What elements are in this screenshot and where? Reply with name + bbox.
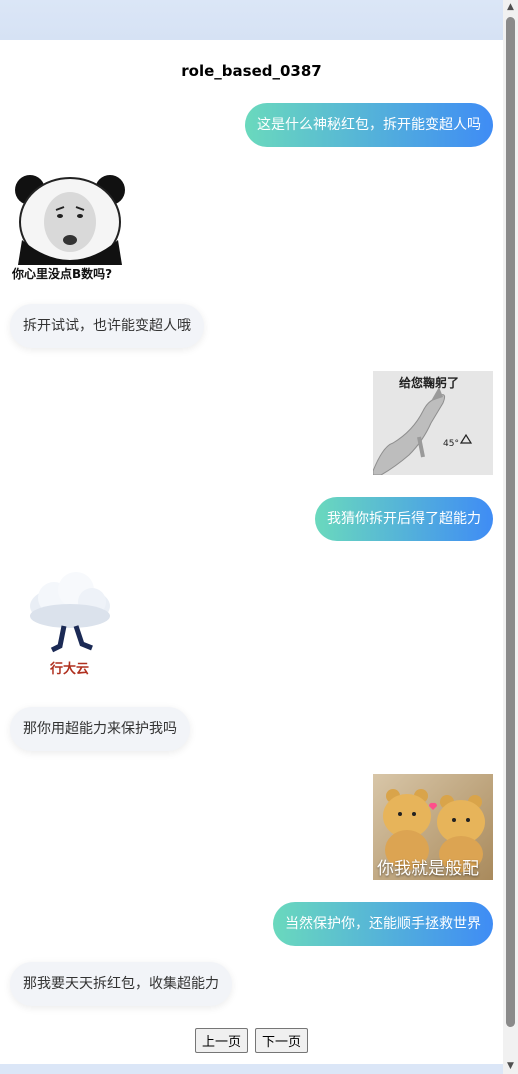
dog-bowing-sticker: 给您鞠躬了 45° [373,371,493,475]
scroll-up-arrow-icon[interactable]: ▲ [503,0,518,15]
bottom-bar [0,1064,503,1074]
scrollbar-thumb[interactable] [506,17,515,1027]
scroll-down-arrow-icon[interactable]: ▼ [503,1059,518,1074]
message-bubble-received: 拆开试试，也许能变超人哦 [10,304,204,348]
message-bubble-sent: 当然保护你，还能顺手拯救世界 [273,902,493,946]
sticker-angle-label: 45° [443,439,459,449]
panda-face-sticker: 你心里没点B数吗? [12,170,132,285]
message-bubble-sent: 我猜你拆开后得了超能力 [315,497,493,541]
message-bubble-received: 那我要天天拆红包，收集超能力 [10,962,232,1006]
top-bar [0,0,503,40]
next-page-button[interactable]: 下一页 [255,1028,309,1053]
sticker-caption: 你我就是般配 [377,859,479,879]
message-bubble-received: 那你用超能力来保护我吗 [10,707,190,751]
pagination: 上一页 下一页 [0,1028,503,1053]
sticker-caption: 你心里没点B数吗? [12,267,113,281]
scrollbar[interactable]: ▲ ▼ [503,0,518,1074]
sticker-caption: 行大云 [50,662,90,677]
page-title: role_based_0387 [181,62,322,80]
prev-page-button[interactable]: 上一页 [194,1028,248,1053]
message-bubble-sent: 这是什么神秘红包，拆开能变超人吗 [245,103,493,147]
two-bears-sticker: 你我就是般配 [373,774,493,880]
walking-cloud-sticker: 行大云 [24,570,116,680]
